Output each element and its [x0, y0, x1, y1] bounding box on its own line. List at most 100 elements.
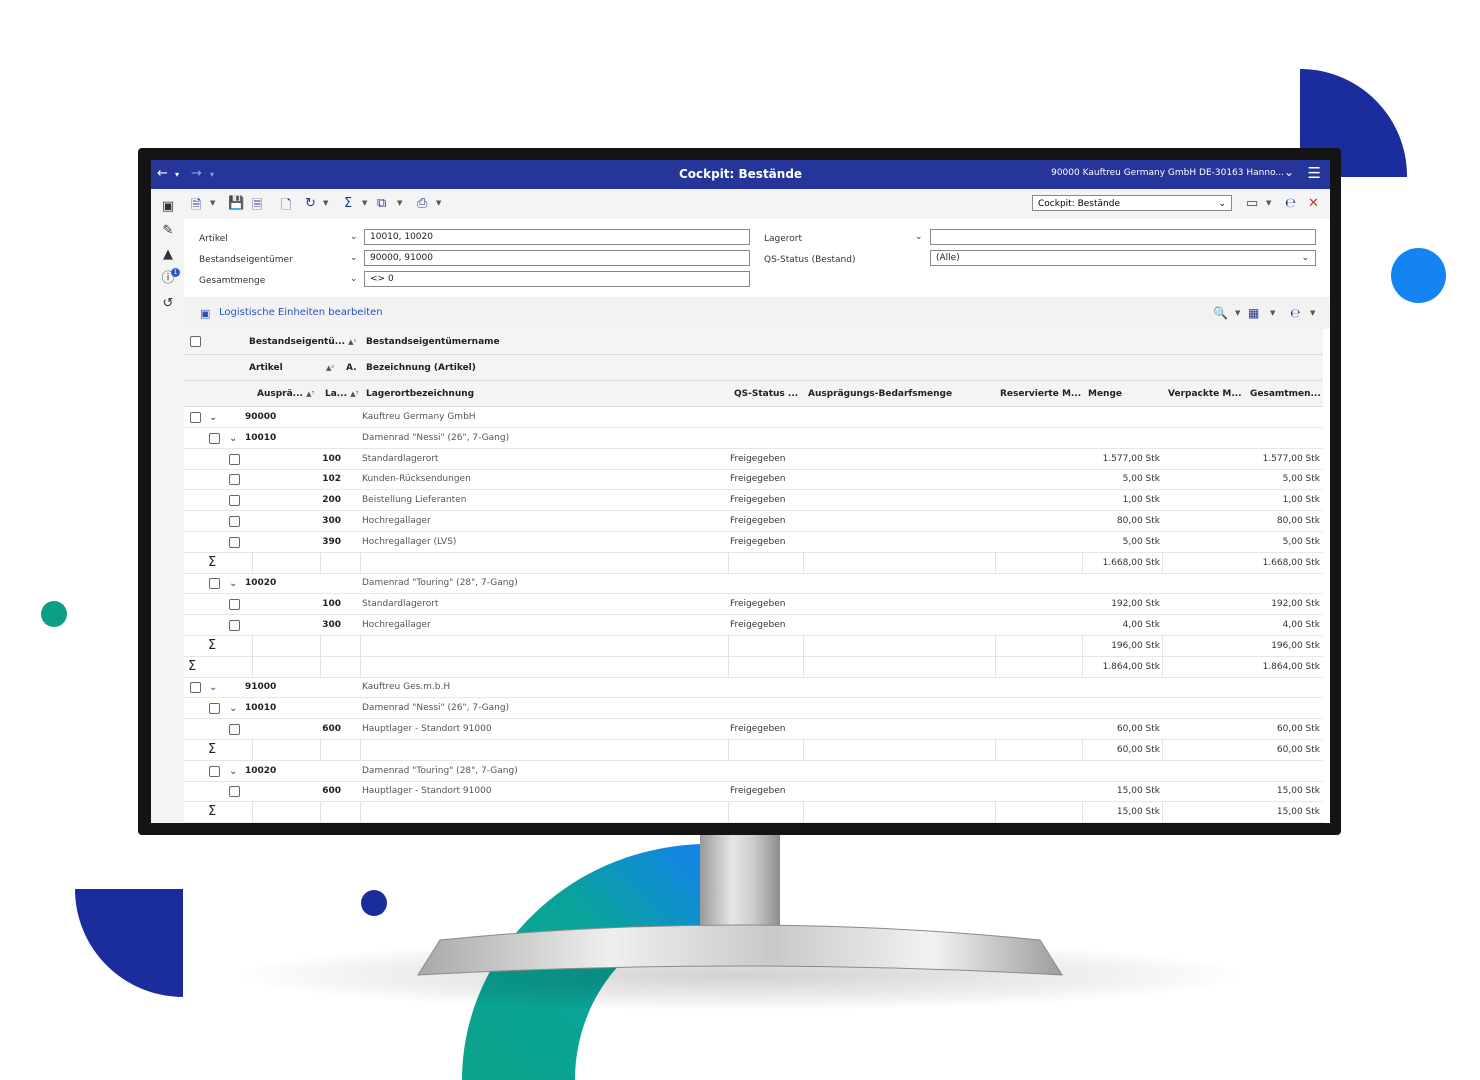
- table-row[interactable]: ⌄ 90000 Kauftreu Germany GmbH: [184, 407, 1323, 428]
- select-all-checkbox[interactable]: [190, 336, 201, 347]
- table-row[interactable]: ⌄ 10020 Damenrad "Touring" (28", 7-Gang): [184, 761, 1323, 782]
- table-row[interactable]: 300 Hochregallager Freigegeben 80,00 Stk 80,…: [184, 511, 1323, 532]
- table-row[interactable]: 200 Beistellung Lieferanten Freigegeben 1,0…: [184, 490, 1323, 512]
- table-row[interactable]: Σ 15,00 Stk 15,00 Stk: [184, 802, 1323, 823]
- table-row[interactable]: 300 Hochregallager Freigegeben 4,00 Stk 4,00…: [184, 615, 1323, 636]
- table-row[interactable]: 600 Hauptlager - Standort 91000 Freigegebe…: [184, 719, 1323, 740]
- chevron-down-icon[interactable]: ⌄: [350, 253, 358, 263]
- col-lagerortbezeichnung[interactable]: Lagerortbezeichnung: [366, 389, 474, 399]
- lagerort-code: 200: [322, 495, 341, 506]
- chevron-down-icon[interactable]: ⌄: [229, 578, 237, 589]
- table-row[interactable]: Σ 196,00 Stk 196,00 Stk: [184, 635, 1323, 657]
- copy-icon[interactable]: 🗋: [281, 196, 291, 218]
- table-row[interactable]: ⌄ 10020 Damenrad "Touring" (28", 7-Gang): [184, 573, 1323, 595]
- col-menge[interactable]: Menge: [1088, 389, 1122, 399]
- chevron-down-icon[interactable]: ⌄: [229, 433, 237, 444]
- chevron-down-icon[interactable]: ⌄: [350, 232, 358, 242]
- text-format-icon[interactable]: ℮: [1290, 306, 1300, 320]
- new-document-icon[interactable]: 🗎: [191, 196, 201, 218]
- navigate-icon[interactable]: ▲: [160, 247, 176, 263]
- row-checkbox[interactable]: [229, 620, 240, 631]
- col-reservierte[interactable]: Reservierte M...: [1000, 389, 1081, 399]
- col-verpackte[interactable]: Verpackte M...: [1168, 389, 1242, 399]
- table-row[interactable]: 100 Standardlagerort Freigegeben 1.577,00 S…: [184, 449, 1323, 470]
- row-checkbox[interactable]: [209, 765, 220, 777]
- qs-status-select[interactable]: (Alle) ⌄: [930, 250, 1316, 266]
- artikel-input[interactable]: 10010, 10020: [364, 229, 750, 245]
- cell-divider: [360, 656, 361, 677]
- sum-icon[interactable]: Σ: [344, 196, 352, 211]
- row-checkbox[interactable]: [229, 495, 240, 507]
- chevron-down-icon[interactable]: ⌄: [350, 274, 358, 284]
- table-row[interactable]: ⌄ 10010 Damenrad "Nessi" (26", 7-Gang): [184, 428, 1323, 449]
- lagerort-input[interactable]: [930, 229, 1316, 245]
- edit-units-icon[interactable]: ▣: [200, 307, 210, 320]
- table-row[interactable]: ⌄ 10010 Damenrad "Nessi" (26", 7-Gang): [184, 698, 1323, 720]
- gesamtmenge-input[interactable]: <> 0: [364, 271, 750, 287]
- chevron-down-icon[interactable]: ▼: [1270, 309, 1275, 317]
- company-selector[interactable]: 90000 Kauftreu Germany GmbH DE-30163 Han…: [1051, 168, 1284, 178]
- view-select[interactable]: Cockpit: Bestände ⌄: [1032, 195, 1232, 211]
- menu-icon[interactable]: ☰: [1308, 164, 1321, 182]
- row-checkbox[interactable]: [229, 724, 240, 735]
- export-icon[interactable]: ⧉: [377, 196, 386, 211]
- chevron-down-icon[interactable]: ⌄: [229, 703, 237, 714]
- columns-icon[interactable]: ▦: [1248, 306, 1259, 320]
- table-row[interactable]: 600 Hauptlager - Standort 91000 Freigegebe…: [184, 781, 1323, 803]
- row-checkbox[interactable]: [190, 412, 201, 423]
- chevron-down-icon[interactable]: ⌄: [1284, 165, 1294, 179]
- inbox-icon[interactable]: ▣: [160, 199, 176, 215]
- col-auspraegung[interactable]: Ausprä... ▲³: [257, 389, 314, 399]
- table-row[interactable]: 390 Hochregallager (LVS) Freigegeben 5,00 S…: [184, 532, 1323, 553]
- table-row[interactable]: ⌄ 91000 Kauftreu Ges.m.b.H: [184, 677, 1323, 699]
- col-bedarfsmenge[interactable]: Ausprägungs-Bedarfsmenge: [808, 389, 952, 399]
- print-icon[interactable]: ⎙: [417, 196, 427, 211]
- table-row[interactable]: 100 Standardlagerort Freigegeben 192,00 Stk…: [184, 594, 1323, 616]
- table-row[interactable]: 102 Kunden-Rücksendungen Freigegeben 5,00 S…: [184, 469, 1323, 491]
- chevron-down-icon[interactable]: ▼: [1235, 309, 1240, 317]
- col-owner[interactable]: Bestandseigentü... ▲¹: [249, 337, 356, 347]
- chevron-down-icon[interactable]: ▼: [1266, 199, 1271, 207]
- clipboard-icon[interactable]: ✎: [160, 223, 176, 239]
- chevron-down-icon[interactable]: ▼: [397, 199, 402, 207]
- history-icon[interactable]: ↺: [160, 296, 176, 312]
- chevron-down-icon[interactable]: ⌄: [229, 766, 237, 777]
- col-qs-status[interactable]: QS-Status ...: [734, 389, 798, 399]
- text-format-icon[interactable]: ℮: [1285, 196, 1296, 211]
- table-row[interactable]: Σ 60,00 Stk 60,00 Stk: [184, 739, 1323, 761]
- row-checkbox[interactable]: [209, 703, 220, 715]
- col-a[interactable]: A.: [346, 363, 357, 373]
- discard-icon[interactable]: 🗏: [252, 196, 262, 218]
- chevron-down-icon[interactable]: ⌄: [209, 682, 217, 693]
- row-checkbox[interactable]: [229, 786, 240, 798]
- col-article[interactable]: Artikel: [249, 363, 283, 373]
- refresh-icon[interactable]: ↻: [305, 196, 316, 211]
- col-article-desc[interactable]: Bezeichnung (Artikel): [366, 363, 476, 373]
- chevron-down-icon[interactable]: ⌄: [209, 412, 217, 423]
- close-icon[interactable]: ✕: [1308, 196, 1319, 211]
- row-checkbox[interactable]: [229, 453, 240, 465]
- row-checkbox[interactable]: [229, 536, 240, 548]
- row-checkbox[interactable]: [190, 682, 201, 694]
- col-lagerort[interactable]: La... ▲³: [325, 389, 358, 399]
- window-icon[interactable]: ▭: [1246, 196, 1258, 211]
- col-gesamtmenge[interactable]: Gesamtmen...: [1250, 389, 1321, 399]
- chevron-down-icon[interactable]: ⌄: [915, 232, 923, 242]
- row-checkbox[interactable]: [209, 578, 220, 590]
- search-settings-icon[interactable]: 🔍: [1213, 306, 1228, 320]
- bestandseigentuemer-input[interactable]: 90000, 91000: [364, 250, 750, 266]
- row-checkbox[interactable]: [229, 599, 240, 611]
- table-row[interactable]: Σ 1.864,00 Stk 1.864,00 Stk: [184, 656, 1323, 678]
- row-checkbox[interactable]: [229, 516, 240, 527]
- row-checkbox[interactable]: [209, 432, 220, 444]
- chevron-down-icon[interactable]: ▼: [362, 199, 367, 207]
- table-row[interactable]: Σ 1.668,00 Stk 1.668,00 Stk: [184, 552, 1323, 574]
- save-icon[interactable]: 💾: [228, 196, 244, 211]
- chevron-down-icon[interactable]: ▼: [436, 199, 441, 207]
- row-checkbox[interactable]: [229, 474, 240, 486]
- chevron-down-icon[interactable]: ▼: [1310, 309, 1315, 317]
- logistische-einheiten-link[interactable]: Logistische Einheiten bearbeiten: [219, 307, 383, 318]
- chevron-down-icon[interactable]: ▼: [323, 199, 328, 207]
- chevron-down-icon[interactable]: ▼: [210, 199, 215, 207]
- col-owner-name[interactable]: Bestandseigentümername: [366, 337, 500, 347]
